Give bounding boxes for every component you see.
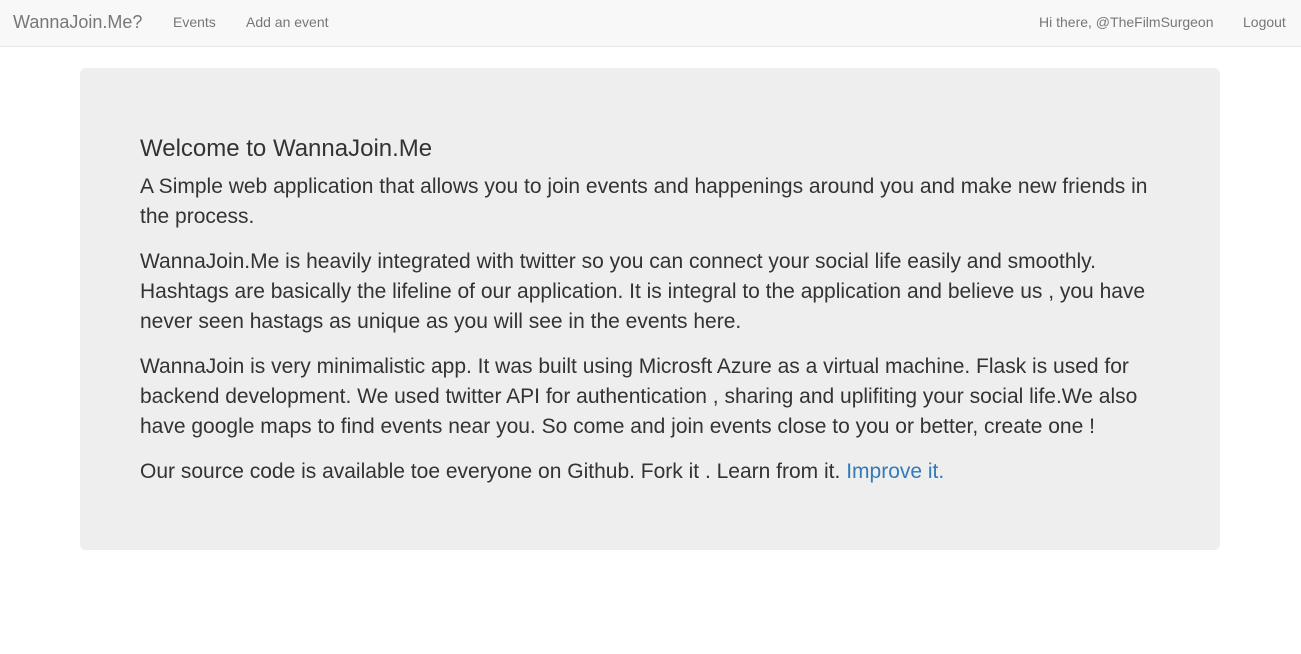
user-greeting: Hi there, @TheFilmSurgeon [1039,14,1214,30]
navbar: WannaJoin.Me? Events Add an event Hi the… [0,0,1301,47]
welcome-jumbotron: Welcome to WannaJoin.Me A Simple web app… [80,68,1220,550]
intro-paragraph: A Simple web application that allows you… [140,175,1148,228]
source-paragraph: Our source code is available toe everyon… [140,457,1160,487]
welcome-content: A Simple web application that allows you… [140,172,1160,502]
logout-link[interactable]: Logout [1243,0,1286,46]
welcome-title: Welcome to WannaJoin.Me [140,135,433,162]
twitter-paragraph: WannaJoin.Me is heavily integrated with … [140,250,1146,333]
nav-link-events[interactable]: Events [173,0,216,46]
improve-link[interactable]: Improve it. [846,460,944,483]
nav-link-add-event[interactable]: Add an event [246,0,329,46]
tech-paragraph: WannaJoin is very minimalistic app. It w… [140,355,1138,438]
brand-link[interactable]: WannaJoin.Me? [13,0,142,46]
source-text: Our source code is available toe everyon… [140,460,847,483]
